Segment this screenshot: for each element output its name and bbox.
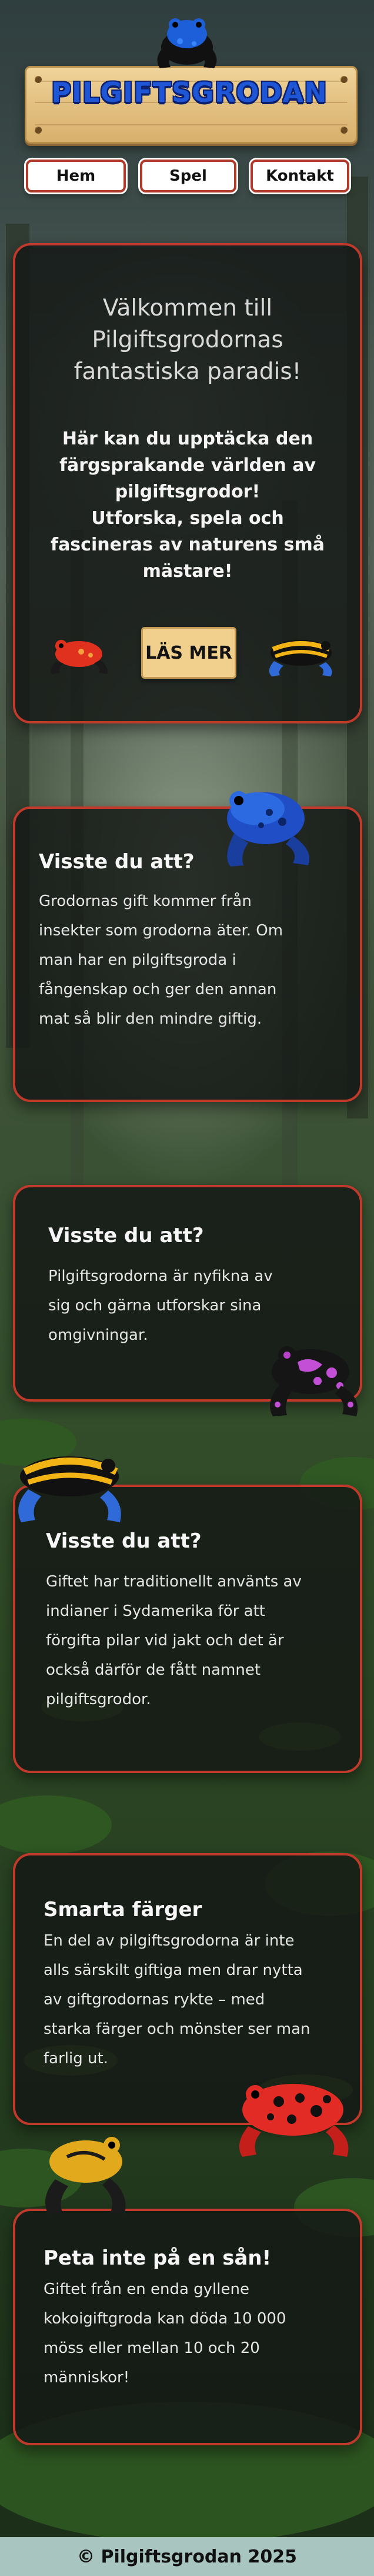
fact-card-text-line: man har en pilgiftsgroda i	[39, 951, 236, 969]
fact-card-text-line: också därför de fått namnet	[46, 1661, 261, 1679]
read-more-button[interactable]: LÄS MER	[141, 627, 236, 679]
fact-card-text-line: Pilgiftsgrodorna är nyfikna av	[48, 1267, 273, 1285]
yellow-black-frog-icon	[269, 640, 332, 676]
red-frog-icon	[51, 640, 108, 674]
nav-contact-button[interactable]: Kontakt	[251, 160, 349, 192]
fact-card-text-line: fångenskap och ger den annan	[39, 981, 277, 998]
fact-card-text-line: insekter som grodorna äter. Om	[39, 922, 283, 940]
nav-home-button[interactable]: Hem	[26, 160, 126, 192]
fact-card-text-line: av giftgrodornas rykte – med	[44, 1991, 265, 2009]
welcome-title-line-3: fantastiska paradis!	[74, 358, 302, 385]
fact-card-text-line: människor!	[44, 2369, 130, 2386]
welcome-title-line-2: Pilgiftsgrodornas	[92, 327, 283, 353]
blue-frog-icon	[227, 791, 310, 867]
welcome-text-line: fascineras av naturens små	[51, 535, 325, 555]
fact-card-text-line: förgifta pilar vid jakt och det är	[46, 1632, 284, 1649]
fact-card-text-line: möss eller mellan 10 och 20	[44, 2339, 260, 2357]
fact-card-text-line: En del av pilgiftsgrodorna är inte	[44, 1932, 295, 1950]
nav-games-button[interactable]: Spel	[140, 160, 236, 192]
yellow-black-frog-icon	[18, 1456, 121, 1522]
fact-card-text-line: Giftet har traditionellt använts av	[46, 1573, 302, 1591]
main-nav: Hem Spel Kontakt	[0, 160, 374, 196]
red-spotted-frog-icon	[239, 2084, 349, 2157]
fact-card-text-line: sig och gärna utforskar sina	[48, 1297, 262, 1314]
fact-card-title: Visste du att?	[48, 1224, 204, 1247]
fact-card-text-line: mat så blir den mindre giftig.	[39, 1010, 262, 1028]
fact-card-text-line: Giftet från en enda gyllene	[44, 2280, 249, 2298]
welcome-title-line-1: Välkommen till	[102, 295, 273, 321]
welcome-text-line: mästare!	[142, 561, 233, 582]
site-logo[interactable]: PILGIFTSGRODAN	[0, 0, 374, 153]
welcome-card: Välkommen till Pilgiftsgrodornas fantast…	[13, 243, 362, 723]
fact-card-title: Peta inte på en sån!	[44, 2246, 272, 2270]
fact-card-title: Visste du att?	[39, 850, 195, 874]
blue-frog-icon	[157, 18, 217, 68]
site-footer: © Pilgiftsgrodan 2025	[0, 2537, 374, 2576]
fact-card-title: Smarta färger	[44, 1898, 202, 1921]
fact-card-text-line: pilgiftsgrodor.	[46, 1691, 151, 1708]
welcome-text-line: pilgiftsgrodor!	[115, 482, 261, 502]
welcome-text-line: Här kan du upptäcka den	[62, 429, 313, 449]
fact-card-text-line: indianer i Sydamerika för att	[46, 1602, 265, 1620]
yellow-frog-icon	[45, 2137, 126, 2215]
purple-frog-icon	[270, 1346, 358, 1416]
welcome-text-line: färgsprakande världen av	[59, 455, 316, 476]
fact-card-5: Peta inte på en sån! Giftet från en enda…	[13, 2209, 362, 2445]
fact-card-text-line: Grodornas gift kommer från	[39, 892, 252, 910]
fact-card-title: Visste du att?	[46, 1529, 202, 1553]
fact-card-text-line: alls särskilt giftiga men drar nytta	[44, 1961, 303, 1979]
fact-card-text-line: starka färger och mönster ser man	[44, 2020, 310, 2038]
welcome-text-line: Utforska, spela och	[91, 508, 284, 529]
footer-copyright: © Pilgiftsgrodan 2025	[77, 2546, 297, 2567]
logo-text: PILGIFTSGRODAN	[51, 77, 328, 108]
fact-card-text-line: farlig ut.	[44, 2050, 108, 2067]
fact-card-text-line: kokoigiftgroda kan döda 10 000	[44, 2310, 286, 2328]
